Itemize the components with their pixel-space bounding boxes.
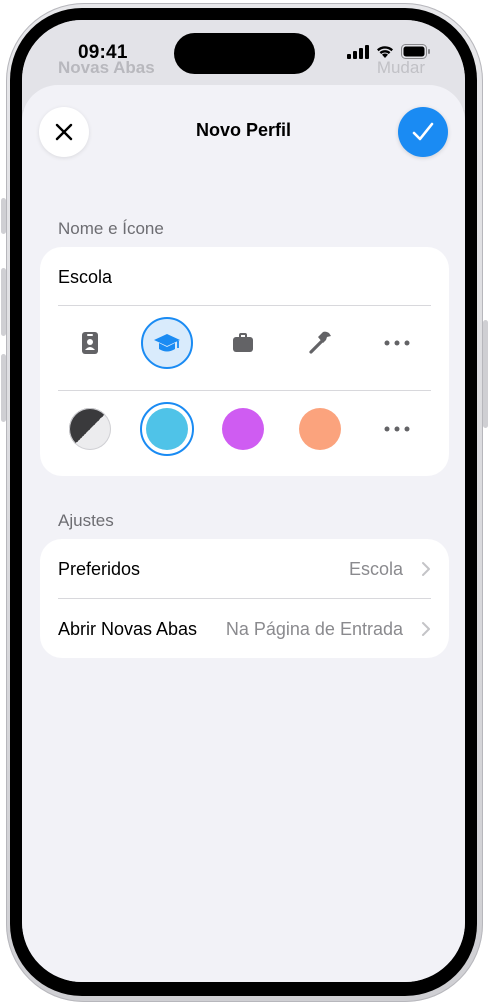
icon-option-hammer[interactable] — [290, 313, 350, 373]
briefcase-icon — [233, 333, 253, 352]
battery-icon — [401, 44, 430, 59]
new-profile-sheet: Novo Perfil Nome e Ícone Escola Ajustes … — [22, 85, 465, 982]
more-icon — [384, 340, 410, 346]
divider — [58, 390, 431, 391]
icon-option-graduation-cap[interactable] — [137, 313, 197, 373]
volume-down-button — [1, 354, 6, 422]
section-header-name-icon: Nome e Ícone — [58, 219, 164, 238]
color-option-purple[interactable] — [213, 399, 273, 459]
color-option-more[interactable] — [367, 399, 427, 459]
color-picker-row — [40, 399, 449, 469]
row-label: Preferidos — [58, 559, 141, 579]
screen: Novas Abas Mudar 09:41 Novo Perfil Nome … — [22, 20, 465, 982]
hammer-icon — [309, 331, 331, 354]
row-label: Abrir Novas Abas — [58, 619, 198, 639]
status-time: 09:41 — [78, 42, 128, 63]
color-swatch-orange — [299, 408, 341, 450]
settings-row-open-new-tabs[interactable]: Abrir Novas Abas Na Página de Entrada — [40, 599, 449, 658]
chevron-right-icon — [422, 622, 430, 636]
volume-up-button — [1, 268, 6, 336]
id-badge-icon — [82, 332, 98, 354]
status-icons — [347, 44, 431, 59]
chevron-right-icon — [422, 562, 430, 576]
settings-card: Preferidos Escola Abrir Novas Abas Na Pá… — [40, 539, 449, 658]
color-swatch-gray-split — [69, 408, 111, 450]
color-swatch-purple — [222, 408, 264, 450]
name-icon-card: Escola — [40, 247, 449, 476]
color-option-orange[interactable] — [290, 399, 350, 459]
more-icon — [384, 426, 410, 432]
dynamic-island — [174, 33, 315, 74]
icon-picker-row — [40, 313, 449, 383]
icon-option-id-badge[interactable] — [60, 313, 120, 373]
profile-name-field[interactable]: Escola — [58, 267, 112, 288]
row-value: Na Página de Entrada — [225, 619, 403, 639]
icon-option-more[interactable] — [367, 313, 427, 373]
row-value: Escola — [348, 559, 403, 579]
color-option-cyan[interactable] — [137, 399, 197, 459]
cellular-signal-icon — [347, 44, 369, 59]
color-option-gray-split[interactable] — [60, 399, 120, 459]
section-header-settings: Ajustes — [58, 511, 114, 530]
action-button — [1, 198, 6, 234]
selected-color-ring — [140, 402, 194, 456]
divider — [58, 305, 431, 306]
icon-option-briefcase[interactable] — [213, 313, 273, 373]
checkmark-icon — [412, 122, 434, 141]
wifi-icon — [377, 46, 393, 58]
done-button[interactable] — [398, 107, 448, 157]
graduation-cap-icon — [154, 334, 180, 352]
settings-row-favorites[interactable]: Preferidos Escola — [40, 539, 449, 598]
background-right-label: Mudar — [376, 58, 425, 77]
selected-icon-ring — [141, 317, 193, 369]
color-swatch-cyan — [146, 408, 188, 450]
power-button — [483, 320, 488, 428]
